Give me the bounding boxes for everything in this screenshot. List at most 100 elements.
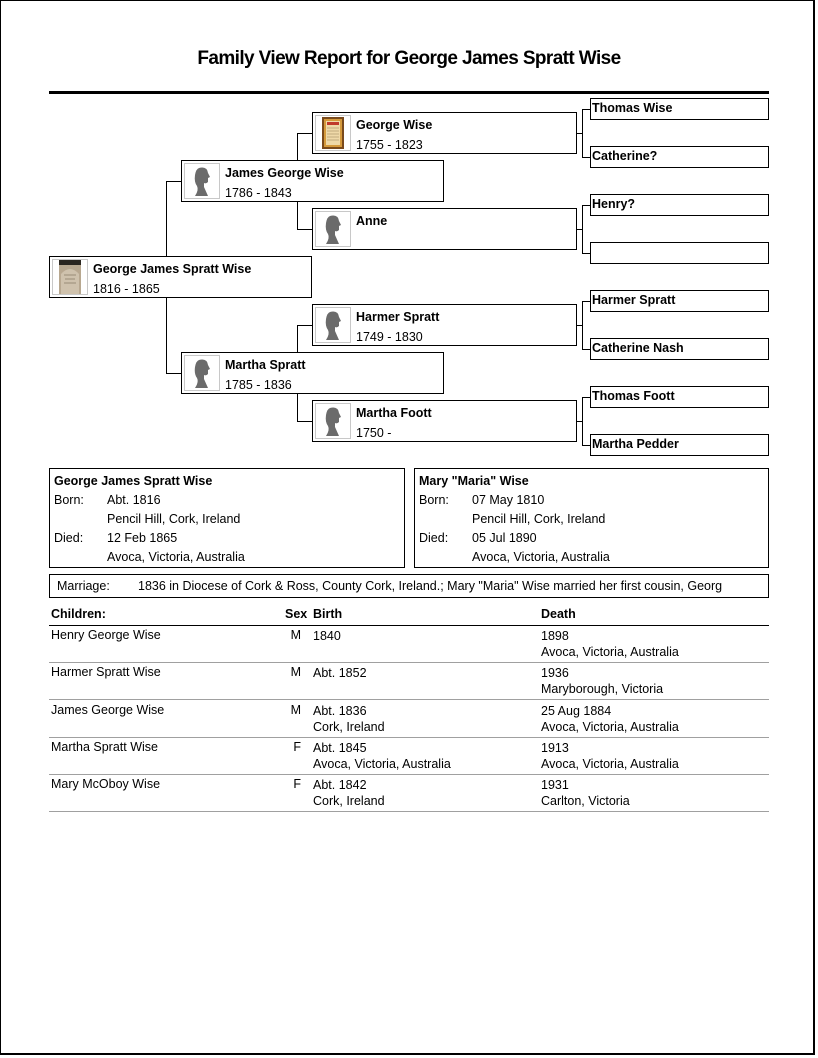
person-name: James George Wise [225,166,344,180]
person-box-maternal-grandmother[interactable]: Martha Foott 1750 - [312,400,577,442]
husband-name: George James Spratt Wise [54,474,213,488]
connector-line [166,373,181,374]
connector-line [582,109,590,110]
born-place: Pencil Hill, Cork, Ireland [107,512,241,526]
child-death-date: 1936 [541,666,569,680]
silhouette-icon [184,163,220,199]
person-box-great-grandparent[interactable]: Catherine Nash [590,338,769,360]
silhouette-icon [184,355,220,391]
connector-line [582,205,590,206]
person-name: Thomas Wise [592,101,673,115]
child-death-place: Avoca, Victoria, Australia [541,645,679,659]
person-years: 1749 - 1830 [356,330,423,344]
person-name: George Wise [356,118,433,132]
person-box-great-grandparent[interactable] [590,242,769,264]
person-name: Martha Pedder [592,437,679,451]
person-box-root[interactable]: George James Spratt Wise 1816 - 1865 [49,256,312,298]
died-place: Avoca, Victoria, Australia [472,550,610,564]
person-box-great-grandparent[interactable]: Henry? [590,194,769,216]
husband-info-box: George James Spratt Wise Born: Abt. 1816… [49,468,405,568]
person-box-great-grandparent[interactable]: Martha Pedder [590,434,769,456]
table-row: James George Wise M Abt. 1836 Cork, Irel… [49,700,769,738]
child-death-date: 25 Aug 1884 [541,704,612,718]
child-birth-place: Avoca, Victoria, Australia [313,757,451,771]
person-name: Harmer Spratt [592,293,676,307]
person-name: Thomas Foott [592,389,675,403]
silhouette-icon [315,307,351,343]
person-name: George James Spratt Wise [93,262,252,276]
connector-line [582,109,583,157]
framed-document-photo [315,115,351,151]
table-row: Henry George Wise M 1840 1898 Avoca, Vic… [49,625,769,663]
person-box-paternal-grandfather[interactable]: George Wise 1755 - 1823 [312,112,577,154]
born-date: Abt. 1816 [107,493,161,507]
child-death-date: 1913 [541,741,569,755]
person-years: 1755 - 1823 [356,138,423,152]
person-box-maternal-grandfather[interactable]: Harmer Spratt 1749 - 1830 [312,304,577,346]
sex-header: Sex [285,607,308,621]
table-row: Mary McOboy Wise F Abt. 1842 Cork, Irela… [49,774,769,812]
connector-line [297,325,298,352]
children-header: Children: [51,607,106,621]
child-death-place: Carlton, Victoria [541,794,630,808]
gravestone-photo [52,259,88,295]
child-sex: F [293,740,301,754]
child-death-place: Maryborough, Victoria [541,682,664,696]
connector-line [582,253,590,254]
marriage-text: 1836 in Diocese of Cork & Ross, County C… [138,579,723,593]
died-place: Avoca, Victoria, Australia [107,550,245,564]
report-title: Family View Report for George James Spra… [197,48,621,69]
person-box-great-grandparent[interactable]: Thomas Foott [590,386,769,408]
born-label: Born: [419,493,449,507]
connector-line [166,181,167,256]
connector-line [297,133,298,160]
child-name: Martha Spratt Wise [51,740,158,754]
child-death-date: 1931 [541,778,569,792]
child-name: Mary McOboy Wise [51,777,161,791]
child-death-date: 1898 [541,629,569,643]
connector-line [582,397,583,445]
silhouette-icon [315,211,351,247]
person-box-mother[interactable]: Martha Spratt 1785 - 1836 [181,352,444,394]
table-row: Harmer Spratt Wise M Abt. 1852 1936 Mary… [49,662,769,700]
connector-line [582,445,590,446]
person-box-paternal-grandmother[interactable]: Anne [312,208,577,250]
connector-line [582,349,590,350]
child-death-place: Avoca, Victoria, Australia [541,720,679,734]
born-label: Born: [54,493,84,507]
marriage-box: Marriage: 1836 in Diocese of Cork & Ross… [49,574,769,598]
person-name: Harmer Spratt [356,310,440,324]
connector-line [582,301,590,302]
person-box-father[interactable]: James George Wise 1786 - 1843 [181,160,444,202]
died-label: Died: [54,531,84,545]
marriage-label: Marriage: [57,579,110,593]
connector-line [297,421,312,422]
person-name: Anne [356,214,388,228]
person-name: Catherine Nash [592,341,684,355]
connector-line [297,325,312,326]
connector-line [297,393,298,421]
person-box-great-grandparent[interactable]: Harmer Spratt [590,290,769,312]
person-name: Martha Spratt [225,358,306,372]
child-death-place: Avoca, Victoria, Australia [541,757,679,771]
birth-header: Birth [313,607,343,621]
connector-line [166,181,181,182]
connector-line [582,205,583,253]
child-birth-date: 1840 [313,629,341,643]
child-name: Henry George Wise [51,628,161,642]
person-years: 1785 - 1836 [225,378,292,392]
child-name: Harmer Spratt Wise [51,665,161,679]
born-place: Pencil Hill, Cork, Ireland [472,512,606,526]
person-name: Martha Foott [356,406,432,420]
connector-line [297,133,312,134]
wife-info-box: Mary "Maria" Wise Born: 07 May 1810 Penc… [414,468,769,568]
child-name: James George Wise [51,703,165,717]
person-name: Catherine? [592,149,658,163]
connector-line [297,201,298,229]
died-date: 12 Feb 1865 [107,531,178,545]
person-box-great-grandparent[interactable]: Catherine? [590,146,769,168]
silhouette-icon [315,403,351,439]
died-date: 05 Jul 1890 [472,531,537,545]
person-years: 1816 - 1865 [93,282,160,296]
person-box-great-grandparent[interactable]: Thomas Wise [590,98,769,120]
